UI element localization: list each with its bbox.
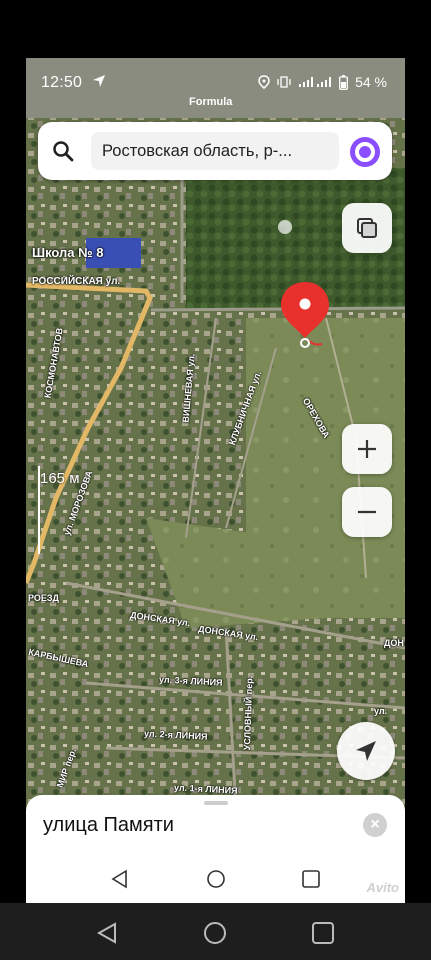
place-card[interactable]: улица Памяти × Avito bbox=[26, 795, 405, 903]
back-icon[interactable] bbox=[95, 921, 119, 945]
layers-icon bbox=[357, 218, 377, 238]
map-label-ul: ул. bbox=[374, 706, 388, 716]
layers-button[interactable] bbox=[342, 203, 392, 253]
sheet-drag-handle[interactable] bbox=[204, 801, 228, 805]
map-scale: 165 м bbox=[40, 470, 80, 487]
search-icon[interactable] bbox=[52, 140, 74, 162]
scale-label: 165 м bbox=[40, 470, 80, 487]
home-icon[interactable] bbox=[203, 921, 227, 945]
search-input[interactable]: Ростовская область, р-... bbox=[91, 132, 339, 170]
vibrate-icon bbox=[277, 76, 291, 88]
map-label-rossiyskaya: РОССИЙСКАЯ ул. bbox=[32, 276, 121, 287]
close-button[interactable]: × bbox=[363, 813, 387, 837]
location-pin-icon[interactable] bbox=[278, 280, 334, 350]
zoom-in-button[interactable] bbox=[342, 424, 392, 474]
status-bar: 12:50 54 % bbox=[26, 58, 405, 108]
location-icon bbox=[258, 75, 270, 89]
battery-icon bbox=[339, 74, 349, 90]
navigation-arrow-icon bbox=[93, 75, 105, 87]
map-label-proezd: РОЕЗД bbox=[28, 593, 59, 603]
alice-assistant-icon[interactable] bbox=[349, 136, 381, 168]
search-bar[interactable]: Ростовская область, р-... bbox=[38, 122, 392, 180]
system-nav-bar bbox=[0, 903, 431, 960]
poi-marker-icon[interactable] bbox=[278, 220, 292, 234]
scale-bar bbox=[38, 466, 40, 554]
recents-icon[interactable] bbox=[311, 921, 335, 945]
map-label-donskaya-3: ДОН bbox=[384, 638, 404, 648]
in-app-nav-bar bbox=[26, 861, 405, 897]
close-icon: × bbox=[370, 816, 380, 833]
back-icon[interactable] bbox=[110, 869, 130, 889]
home-icon[interactable] bbox=[206, 869, 226, 889]
recents-icon[interactable] bbox=[301, 869, 321, 889]
battery-level: 54 % bbox=[355, 74, 387, 90]
status-time: 12:50 bbox=[41, 74, 83, 91]
status-icons: 54 % bbox=[258, 74, 387, 90]
search-value: Ростовская область, р-... bbox=[102, 141, 293, 160]
plus-icon bbox=[358, 440, 376, 458]
map-label-school: Школа № 8 bbox=[32, 245, 104, 260]
minus-icon bbox=[358, 510, 376, 514]
signal-icon bbox=[299, 77, 332, 87]
phone-screen: Formula Школа № 8 РОССИЙСКАЯ ул. КОСМОНА… bbox=[26, 58, 405, 903]
map-view[interactable]: Formula Школа № 8 РОССИЙСКАЯ ул. КОСМОНА… bbox=[26, 58, 405, 903]
place-title: улица Памяти bbox=[43, 814, 174, 836]
my-location-button[interactable] bbox=[337, 722, 395, 780]
avito-watermark: Avito bbox=[366, 880, 400, 895]
zoom-out-button[interactable] bbox=[342, 487, 392, 537]
navigation-arrow-icon bbox=[356, 741, 376, 761]
